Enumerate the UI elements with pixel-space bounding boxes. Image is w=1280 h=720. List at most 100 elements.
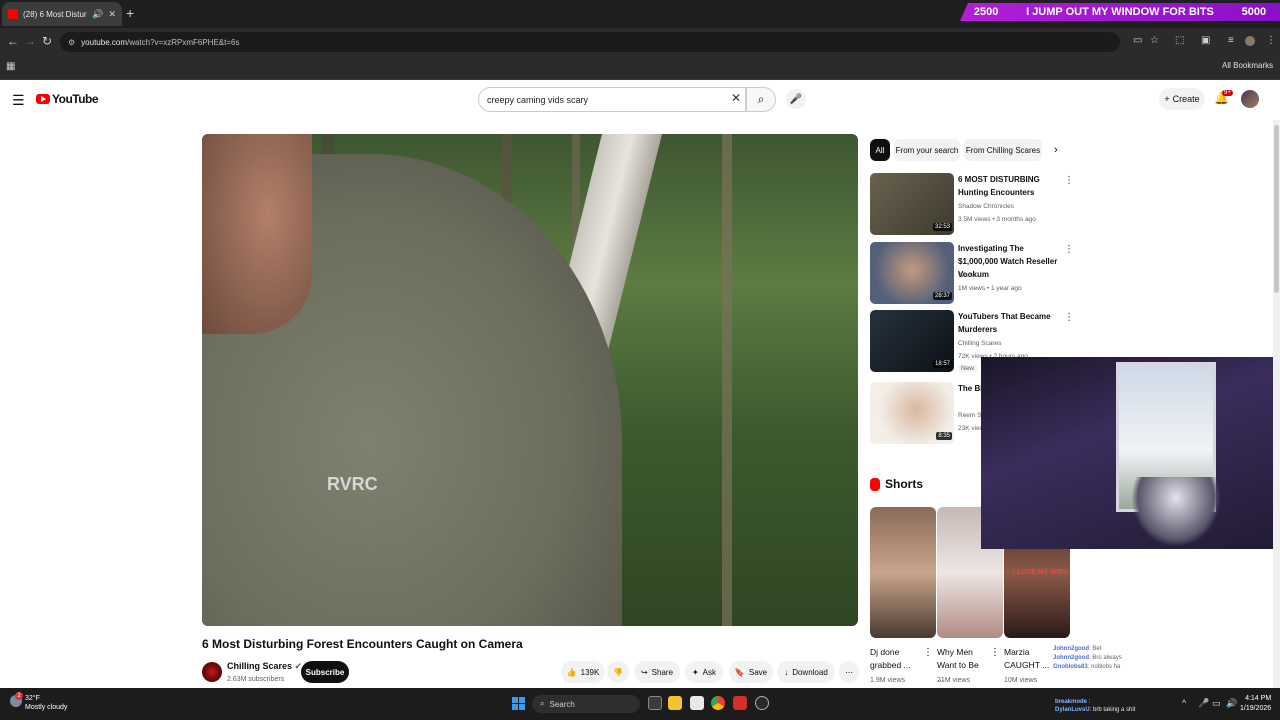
stream-alert-banner: 2500 I JUMP OUT MY WINDOW FOR BITS 5000 (960, 3, 1280, 21)
recommended-video[interactable]: 32:53 6 MOST DISTURBING Hunting Encounte… (870, 173, 1074, 235)
short-thumbnail[interactable] (870, 507, 936, 638)
speaker-icon[interactable]: 🔊 (92, 9, 103, 20)
more-options-icon[interactable]: ⋮ (1064, 312, 1074, 323)
close-tab-icon[interactable]: ✕ (108, 9, 116, 20)
download-button[interactable]: ↓ Download (777, 661, 835, 683)
chat-overlay-live: breakmode : DylanLuvsU: brb taking a shi… (1055, 698, 1135, 714)
clock-date: 1/19/2026 (1240, 705, 1272, 712)
channel-avatar[interactable] (202, 662, 222, 682)
url-bar[interactable]: ⚙ youtube.com/watch?v=xzRPxmF6PHE&t=6s (60, 32, 1120, 52)
task-view-icon[interactable] (648, 696, 662, 710)
all-bookmarks-button[interactable]: All Bookmarks (1222, 61, 1273, 70)
create-button[interactable]: + Create (1159, 88, 1205, 110)
share-button[interactable]: ↪ Share (634, 661, 680, 683)
short-views: 21M views (937, 677, 971, 684)
microphone-icon: 🎤 (789, 93, 803, 105)
chat-user: DylanLuvsU (1055, 707, 1090, 713)
recommended-channel: Chilling Scares (958, 340, 1002, 347)
search-icon: ⌕ (757, 92, 765, 106)
adobe-icon[interactable] (733, 696, 747, 710)
volume-icon[interactable]: 🔊 (1226, 698, 1237, 709)
chevron-right-icon[interactable]: › (1054, 144, 1058, 156)
bookmark-star-icon[interactable]: ☆ (1150, 35, 1159, 46)
scrollbar-thumb[interactable] (1274, 125, 1279, 293)
more-options-icon[interactable]: ⋮ (990, 646, 1000, 659)
extensions-icon[interactable]: ⬚ (1175, 35, 1184, 46)
youtube-logo-text: YouTube (52, 92, 99, 106)
network-icon[interactable]: ▭ (1212, 698, 1221, 709)
chat-message: : (1088, 699, 1091, 705)
clock-time: 4:14 PM (1245, 695, 1272, 702)
menu-hamburger-icon[interactable]: ☰ (12, 92, 25, 109)
file-explorer-icon[interactable] (668, 696, 682, 710)
banner-right-amount: 5000 (1241, 6, 1267, 18)
account-avatar[interactable] (1241, 90, 1259, 108)
browser-menu-icon[interactable]: ⋮ (1266, 35, 1276, 46)
banner-left-amount: 2500 (973, 6, 999, 18)
search-input[interactable]: creepy caming vids scary (478, 87, 746, 112)
chat-line: Johnn2good: Bro always (1053, 655, 1122, 661)
chat-message: noblobs ha (1091, 664, 1121, 670)
chat-user: Johnn2good (1053, 655, 1089, 661)
cast-icon[interactable]: ▭ (1133, 35, 1142, 46)
recommended-title: YouTubers That Became Murderers (958, 312, 1051, 334)
voice-search-button[interactable]: 🎤 (786, 89, 806, 109)
dislike-button[interactable]: 👎 (607, 661, 629, 683)
short-title[interactable]: Dj done grabbed ... (870, 646, 920, 672)
more-options-icon[interactable]: ⋮ (923, 646, 933, 659)
like-count: 139K (580, 667, 600, 677)
webcam-overlay (981, 357, 1280, 549)
more-options-icon[interactable]: ⋮ (1064, 244, 1074, 255)
split-view-icon[interactable]: ▣ (1201, 35, 1210, 46)
like-button[interactable]: 👍 139K (561, 661, 605, 683)
chat-user: breakmode (1055, 699, 1088, 705)
windows-start-icon[interactable] (512, 697, 525, 710)
thumbs-down-icon: 👎 (613, 667, 623, 677)
recommended-channel: Shadow Chronicles (958, 203, 1015, 210)
chip-from-channel[interactable]: From Chilling Scares (964, 139, 1042, 161)
tray-chevron-icon[interactable]: ^ (1182, 698, 1186, 708)
search-button[interactable]: ⌕ (746, 87, 776, 112)
share-label: Share (651, 667, 674, 677)
recommended-title: 6 MOST DISTURBING Hunting Encounters (958, 175, 1040, 197)
save-button[interactable]: 🔖 Save (729, 661, 773, 683)
weather-widget[interactable]: 32°F Mostly cloudy (25, 694, 67, 712)
subscribe-button[interactable]: Subscribe (301, 661, 349, 683)
ask-button[interactable]: ✦ Ask (685, 661, 723, 683)
person-head (202, 134, 312, 334)
shorts-heading: Shorts (870, 477, 923, 491)
store-icon[interactable] (690, 696, 704, 710)
reload-icon[interactable]: ↻ (42, 34, 52, 48)
short-title[interactable]: Marzia CAUGHT ... (1004, 646, 1054, 672)
new-tab-button[interactable]: + (126, 5, 134, 21)
youtube-logo[interactable]: YouTube (36, 92, 99, 106)
search-icon: ⌕ (540, 699, 545, 708)
video-player[interactable]: RVRC (202, 134, 858, 626)
recommended-meta: 3.5M views • 3 months ago (958, 216, 1036, 223)
video-title: 6 Most Disturbing Forest Encounters Caug… (202, 637, 523, 651)
shirt-logo: RVRC (327, 474, 378, 494)
browser-tab[interactable]: (28) 6 Most Disturbing Fore... 🔊 ✕ (2, 2, 122, 26)
profile-avatar-icon[interactable] (1245, 36, 1255, 46)
apps-grid-icon[interactable]: ▦ (6, 61, 15, 72)
more-options-icon[interactable]: ⋮ (1064, 175, 1074, 186)
media-control-icon[interactable]: ≡ (1228, 35, 1234, 46)
chat-user: Gnoblobs83 (1053, 664, 1088, 670)
microphone-tray-icon[interactable]: 🎤 (1198, 698, 1209, 709)
channel-name[interactable]: Chilling Scares ✔ (227, 661, 302, 672)
taskbar-search[interactable]: ⌕ Search (532, 695, 640, 713)
chrome-icon[interactable] (711, 696, 725, 710)
youtube-play-icon (36, 94, 50, 104)
clear-search-icon[interactable]: ✕ (731, 91, 741, 105)
system-clock[interactable]: 4:14 PM 1/19/2026 (1240, 694, 1271, 714)
chip-from-your-search[interactable]: From your search (894, 139, 960, 161)
app-icon[interactable] (755, 696, 769, 710)
site-info-icon[interactable]: ⚙ (68, 38, 75, 47)
forward-icon[interactable]: → (24, 34, 36, 48)
banner-message: I JUMP OUT MY WINDOW FOR BITS (1026, 6, 1214, 18)
recommended-video[interactable]: 28:37 Investigating The $1,000,000 Watch… (870, 242, 1074, 304)
chip-all[interactable]: All (870, 139, 890, 161)
new-badge: New (958, 365, 978, 372)
back-icon[interactable]: ← (7, 34, 19, 48)
more-actions-button[interactable]: ⋯ (839, 661, 859, 683)
